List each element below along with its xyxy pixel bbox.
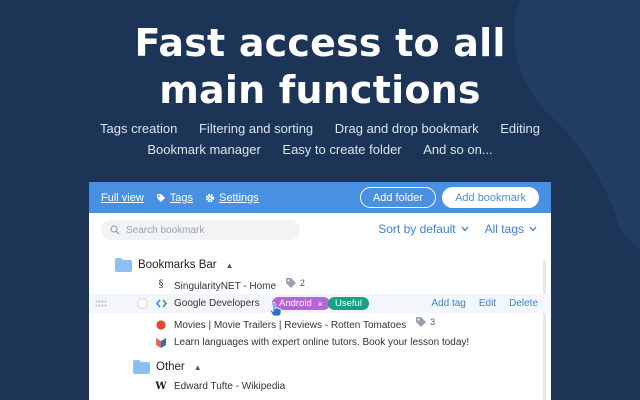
gear-icon: [205, 193, 215, 202]
select-checkbox[interactable]: [137, 298, 148, 309]
italki-icon: [155, 337, 167, 349]
tag-chip-useful[interactable]: Useful: [328, 297, 369, 310]
chevron-down-icon: [461, 226, 469, 232]
feature-item: And so on...: [423, 142, 493, 157]
feature-item: Tags creation: [100, 121, 178, 136]
tag-label: Useful: [335, 298, 362, 309]
folder-icon: [133, 360, 150, 374]
panel-toolbar: Full view Tags Settings Add folder Add b…: [89, 182, 551, 213]
bookmark-title: Edward Tufte - Wikipedia: [174, 381, 286, 392]
bookmark-title-row: SingularityNET - Home 2: [174, 277, 305, 292]
search-box: [101, 220, 300, 240]
feature-list: Tags creation Filtering and sorting Drag…: [0, 118, 640, 160]
settings-link[interactable]: Settings: [205, 192, 259, 204]
folder-name: Bookmarks Bar: [138, 259, 217, 271]
tag-icon: [285, 278, 296, 288]
tag-label: Android: [279, 298, 312, 309]
sort-dropdown[interactable]: Sort by default: [378, 222, 469, 236]
bookmark-row[interactable]: W Edward Tufte - Wikipedia: [89, 377, 551, 396]
tag-count: 2: [285, 277, 305, 289]
chevron-down-icon: [529, 226, 537, 232]
tag-icon: [416, 317, 427, 327]
feature-row-1: Tags creation Filtering and sorting Drag…: [0, 118, 640, 139]
bookmark-panel: Full view Tags Settings Add folder Add b…: [89, 182, 551, 400]
tag-count-value: 3: [430, 317, 436, 327]
feature-item: Easy to create folder: [282, 142, 402, 157]
edit-button[interactable]: Edit: [479, 298, 496, 309]
feature-row-2: Bookmark manager Easy to create folder A…: [0, 139, 640, 160]
bookmark-title: Learn languages with expert online tutor…: [174, 337, 470, 348]
full-view-label: Full view: [101, 191, 144, 204]
feature-item: Filtering and sorting: [198, 121, 314, 136]
headline: Fast access to all main functions: [0, 20, 640, 114]
delete-button[interactable]: Delete: [509, 298, 538, 309]
bookmark-title: Google Developers: [174, 298, 260, 309]
sort-controls: Sort by default All tags: [378, 222, 537, 236]
tag-filter-dropdown[interactable]: All tags: [485, 222, 537, 236]
add-tag-button[interactable]: Add tag: [431, 298, 465, 309]
add-folder-button[interactable]: Add folder: [359, 187, 437, 208]
google-developers-icon: [155, 298, 167, 310]
singularity-icon: §: [158, 279, 164, 290]
full-view-link[interactable]: Full view: [101, 192, 144, 204]
settings-label: Settings: [219, 191, 259, 204]
bookmark-row[interactable]: Learn languages with expert online tutor…: [89, 333, 551, 352]
headline-line-2: main functions: [159, 68, 481, 112]
collapse-caret-icon[interactable]: ▲: [226, 261, 234, 270]
headline-line-1: Fast access to all: [134, 21, 506, 65]
tag-count: 3: [415, 316, 435, 328]
tag-icon: [156, 193, 165, 202]
remove-tag-icon[interactable]: ×: [318, 299, 323, 309]
folder-name: Other: [156, 361, 185, 373]
bookmark-title: Movies | Movie Trailers | Reviews - Rott…: [174, 320, 407, 331]
tag-count-value: 2: [299, 278, 305, 288]
toolbar-links: Full view Tags Settings: [101, 192, 360, 204]
search-input[interactable]: [126, 224, 296, 236]
folder-bookmarks-bar[interactable]: Bookmarks Bar ▲: [115, 258, 234, 272]
tomato-icon: [155, 318, 167, 330]
tags-label: Tags: [169, 191, 194, 204]
drag-handle-icon[interactable]: [95, 300, 107, 307]
collapse-caret-icon[interactable]: ▲: [194, 363, 202, 372]
feature-item: Editing: [500, 121, 540, 136]
folder-icon: [115, 258, 132, 272]
bookmark-row[interactable]: Movies | Movie Trailers | Reviews - Rott…: [89, 314, 551, 333]
tags-link[interactable]: Tags: [156, 192, 193, 204]
add-bookmark-button[interactable]: Add bookmark: [442, 187, 539, 208]
wikipedia-icon: W: [155, 381, 167, 392]
bookmark-title: SingularityNET - Home: [174, 281, 277, 292]
bookmark-row[interactable]: § SingularityNET - Home 2: [89, 275, 551, 294]
feature-item: Bookmark manager: [147, 142, 261, 157]
search-icon: [110, 225, 120, 235]
row-actions: Add tag Edit Delete: [431, 298, 538, 309]
sort-label: Sort by default: [378, 222, 456, 236]
bookmark-row[interactable]: Google Developers Android × Useful Add t…: [89, 294, 551, 317]
folder-other[interactable]: Other ▲: [133, 360, 202, 374]
tag-filter-label: All tags: [484, 222, 524, 236]
feature-item: Drag and drop bookmark: [334, 121, 479, 136]
bookmark-title-row: Movies | Movie Trailers | Reviews - Rott…: [174, 316, 435, 331]
